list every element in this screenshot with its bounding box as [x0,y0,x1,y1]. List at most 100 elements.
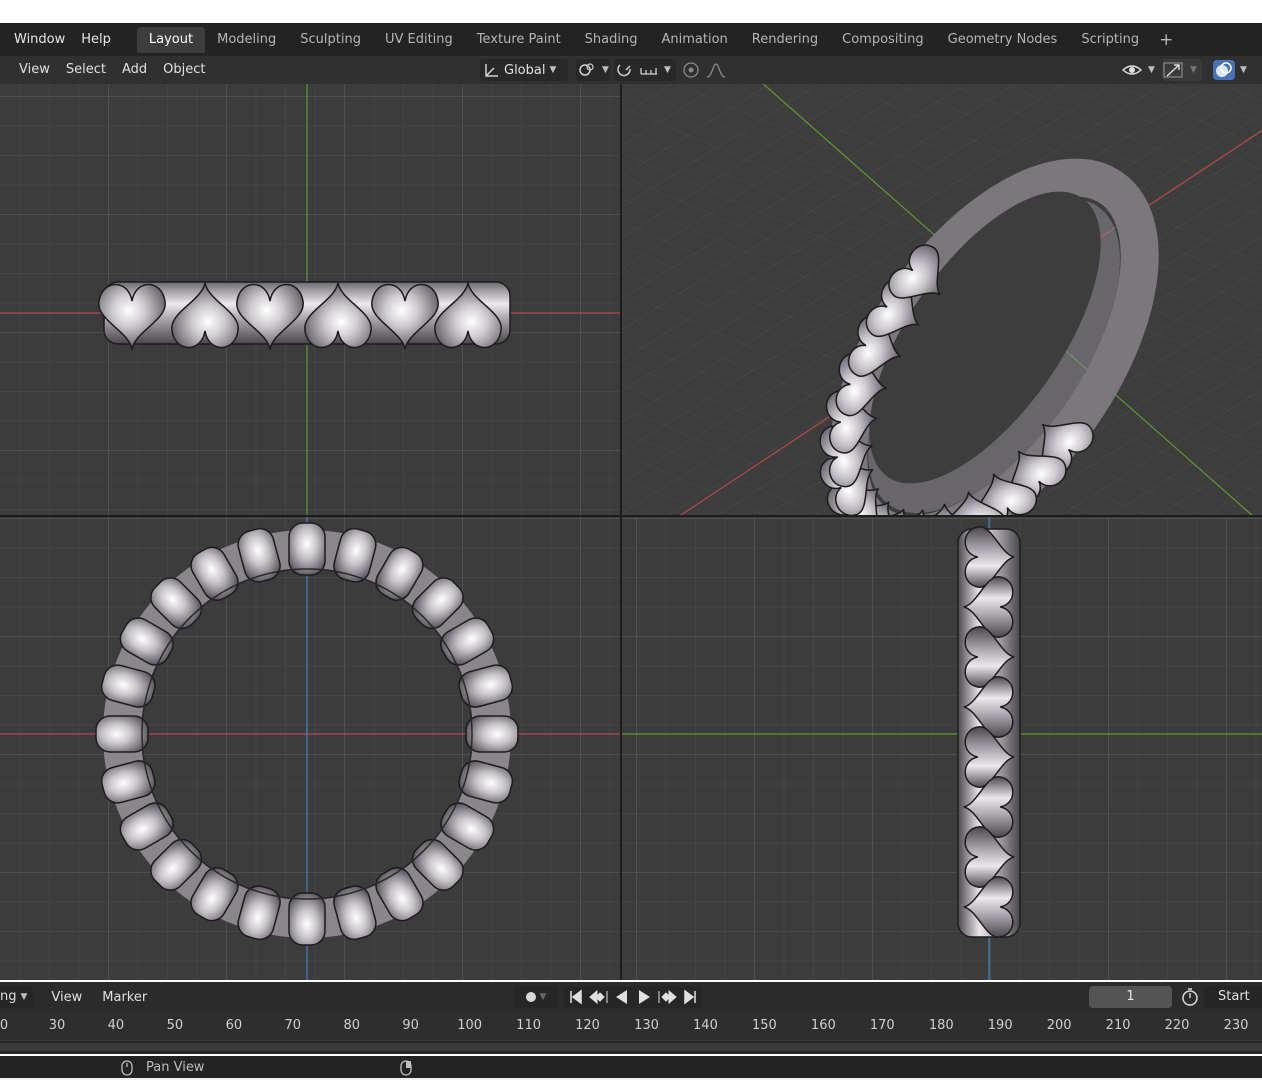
record-icon [525,992,536,1002]
timeline-tick-label: 140 [693,1018,718,1033]
playback-controls [564,986,702,1008]
ring-segment [95,715,149,753]
status-bar: Pan View [0,1056,1262,1080]
proportional-edit-icon [683,62,699,78]
side-view-scene [622,517,1262,980]
jump-start-icon[interactable] [564,986,587,1008]
start-frame-field[interactable]: Start [1204,986,1262,1008]
chevron-down-icon: ▼ [602,65,609,75]
viewport-header: View Select Add Object Global ▼ ▼ ▼ ▼ ▼ … [0,56,1262,84]
viewport-front[interactable] [0,84,620,515]
current-frame-field[interactable]: 1 [1089,986,1172,1008]
chevron-down-icon: ▼ [549,65,557,75]
timeline-scrollbar[interactable] [0,1043,1262,1051]
timeline-menu-view[interactable]: View [43,990,90,1005]
timeline-tick-label: 100 [457,1018,483,1033]
next-keyframe-icon[interactable] [656,986,679,1008]
tab-animation[interactable]: Animation [649,27,739,53]
perspective-scene [622,84,1262,515]
prev-keyframe-icon[interactable] [587,986,610,1008]
viewport-menu-add[interactable]: Add [114,56,155,84]
play-icon[interactable] [633,986,656,1008]
snap-controls[interactable]: ▼ [614,59,676,81]
transform-orientation-label: Global [504,62,546,78]
ring-segment [288,522,326,576]
tab-geometry-nodes[interactable]: Geometry Nodes [936,27,1070,53]
visibility-dropdown[interactable]: ▼ [1120,59,1156,81]
pivot-icon [579,63,594,76]
tab-uv-editing[interactable]: UV Editing [373,27,465,53]
viewport-top[interactable] [0,517,620,980]
timeline-tick-label: 30 [48,1018,66,1033]
timeline-tick-label: 230 [1223,1018,1249,1033]
viewport-menu-select[interactable]: Select [58,56,114,84]
timeline-tick-label: 80 [343,1018,361,1033]
tab-sculpting[interactable]: Sculpting [288,27,373,53]
snap-icon [617,64,631,77]
status-hint: Pan View [146,1060,205,1075]
top-view-scene [0,517,620,980]
timeline-tick-label: 90 [402,1018,419,1033]
transform-orientation-dropdown[interactable]: Global ▼ [480,59,568,81]
chevron-down-icon: ▼ [20,992,28,1002]
viewport-menu-object[interactable]: Object [155,56,213,84]
tab-modeling[interactable]: Modeling [205,27,288,53]
pivot-point-dropdown[interactable]: ▼ [576,59,610,81]
timeline-tick-label: 170 [869,1018,895,1033]
menu-help[interactable]: Help [73,27,119,53]
add-workspace-button[interactable]: + [1151,27,1181,53]
ring-segment [288,892,326,946]
stopwatch-icon[interactable] [1180,987,1200,1007]
tab-scripting[interactable]: Scripting [1069,27,1151,53]
timeline-tick-label: 0 [0,1018,9,1033]
gizmo-icon [1163,62,1183,78]
chevron-down-icon: ▼ [539,992,547,1002]
timeline-tick-label: 40 [107,1018,125,1033]
mouse-icon [121,1060,133,1076]
chevron-down-icon: ▼ [1148,65,1155,75]
proportional-edit-controls[interactable] [680,59,738,81]
snap-increment-icon [640,68,657,75]
timeline-tick-label: 160 [810,1018,836,1033]
tab-shading[interactable]: Shading [573,27,650,53]
gizmo-toggle[interactable]: ▼ [1162,59,1202,81]
timeline-tick-label: 150 [751,1018,777,1033]
chevron-down-icon: ▼ [1190,65,1197,75]
timeline-tick-label: 190 [987,1018,1013,1033]
ring-segment [465,715,519,753]
tab-layout[interactable]: Layout [136,26,206,53]
transform-orientation-icon [485,64,498,77]
overlay-toggle[interactable]: ▼ [1212,59,1258,81]
quad-view-area [0,84,1262,980]
timeline-tick-label: 50 [166,1018,184,1033]
timeline-tick-label: 180 [928,1018,954,1033]
timeline-tick-label: 110 [516,1018,542,1033]
auto-keying-button[interactable]: ▼ [514,986,558,1008]
timeline-tick-label: 130 [634,1018,659,1033]
overlay-icon [1213,60,1235,80]
timeline-header: ng ▼ View Marker ▼ 1 Start [0,982,1262,1012]
mouse-icon [400,1060,412,1076]
menu-window[interactable]: Window [0,27,73,53]
viewport-perspective[interactable] [622,84,1262,515]
workspace-tabs: Layout Modeling Sculpting UV Editing Tex… [136,23,1181,56]
front-view-scene [0,84,620,515]
timeline-menu-marker[interactable]: Marker [94,990,155,1005]
tab-rendering[interactable]: Rendering [740,27,830,53]
falloff-icon [706,63,726,78]
timeline-tick-label: 200 [1046,1018,1072,1033]
play-reverse-icon[interactable] [610,986,633,1008]
tab-compositing[interactable]: Compositing [830,27,936,53]
jump-end-icon[interactable] [679,986,702,1008]
timeline-tick-label: 60 [225,1018,243,1033]
window-top-strip [0,0,1262,23]
viewport-side[interactable] [622,517,1262,980]
viewport-menu-view[interactable]: View [11,56,58,84]
timeline-tick-label: 210 [1105,1018,1131,1033]
timeline-ruler[interactable]: 0 30 40 50 60 70 80 90 100 110 120 130 140 150 160 170 1… [0,1012,1262,1040]
playback-dropdown[interactable]: ng ▼ [0,986,34,1008]
timeline-tick-label: 120 [575,1018,600,1033]
timeline-tick-label: 220 [1164,1018,1190,1033]
chevron-down-icon: ▼ [1240,65,1247,75]
tab-texture-paint[interactable]: Texture Paint [465,27,573,53]
